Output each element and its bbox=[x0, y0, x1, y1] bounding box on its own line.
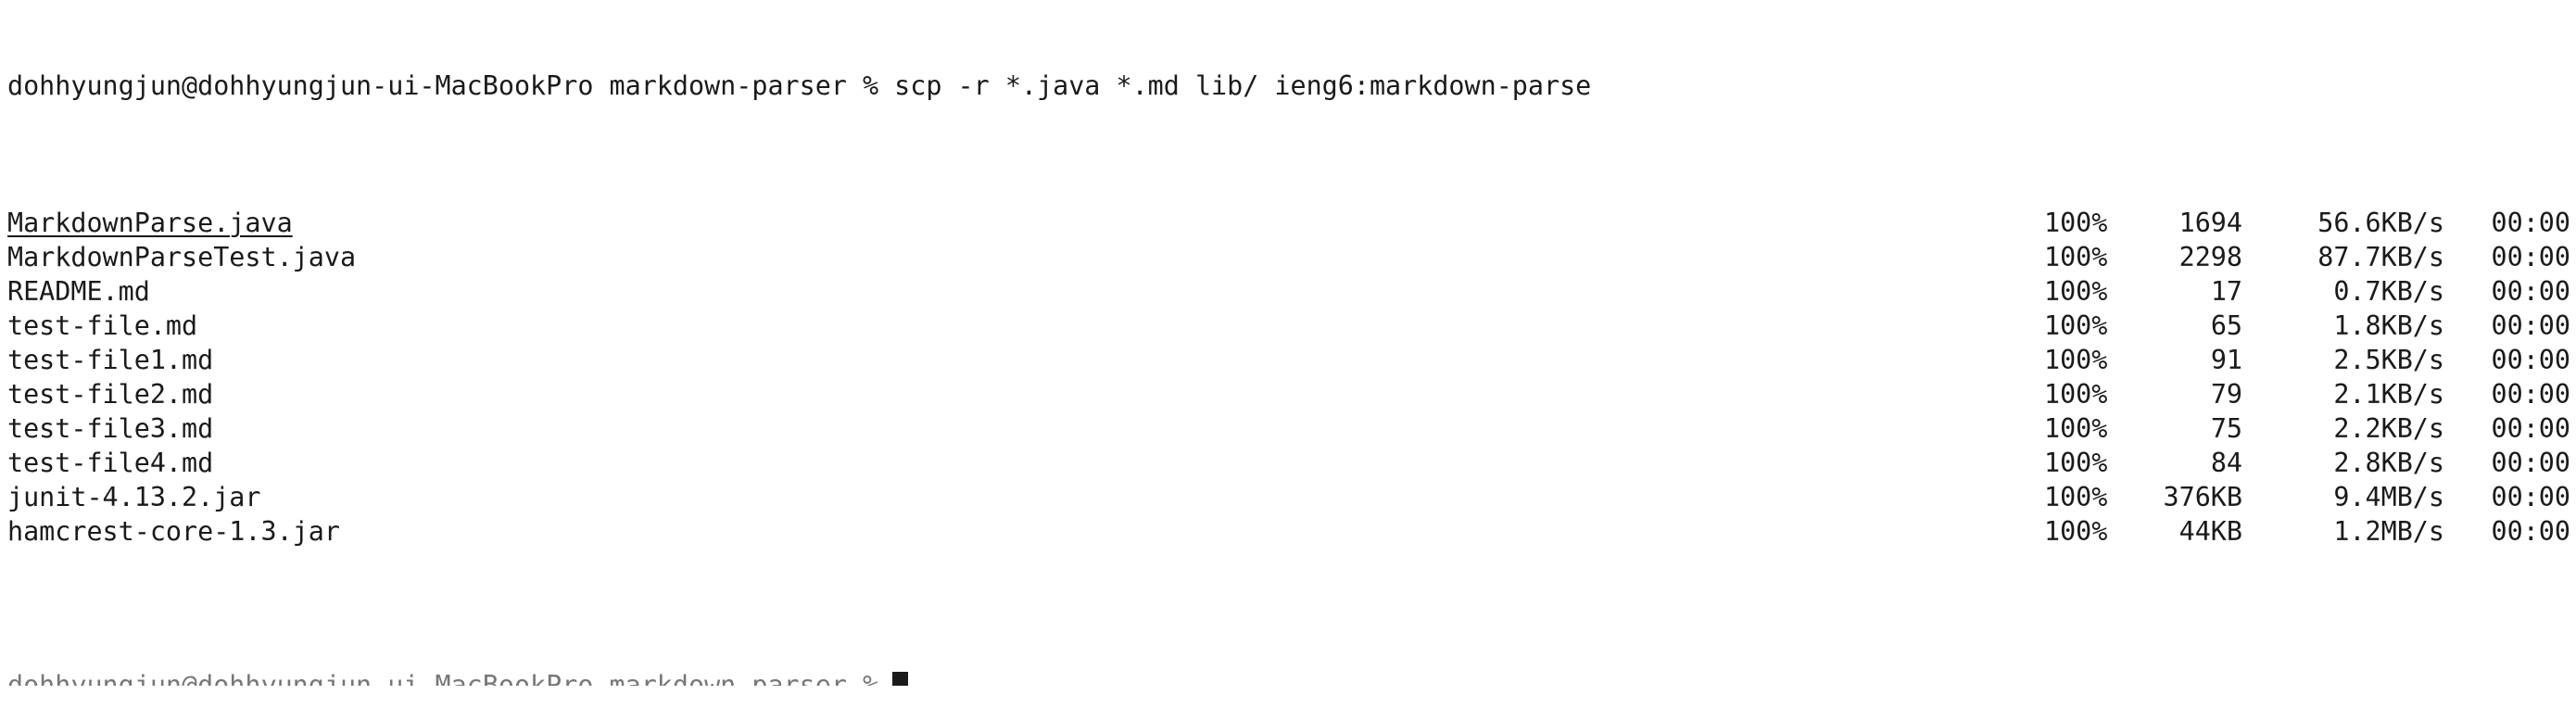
transfer-stats: 100% 91 2.5KB/s 00:00 bbox=[2044, 343, 2570, 377]
transfer-rate: 2.5KB/s bbox=[2333, 345, 2444, 375]
file-name: test-file.md bbox=[7, 310, 198, 341]
transfer-percent: 100% bbox=[2044, 448, 2108, 478]
transfer-time: 00:00 bbox=[2491, 413, 2570, 444]
next-prompt-line[interactable]: dohhyungjun@dohhyungjun-ui-MacBookPro ma… bbox=[7, 651, 2576, 686]
transfer-time: 00:00 bbox=[2491, 276, 2570, 307]
transfer-rate: 0.7KB/s bbox=[2333, 276, 2444, 307]
transfer-row: test-file4.md 100% 84 2.8KB/s 00:00 bbox=[7, 446, 2576, 480]
transfer-percent: 100% bbox=[2044, 516, 2108, 547]
file-name: MarkdownParse.java bbox=[7, 208, 293, 238]
file-name: test-file2.md bbox=[7, 379, 214, 410]
transfer-row: MarkdownParseTest.java 100% 2298 87.7KB/s 00… bbox=[7, 240, 2576, 274]
transfer-size: 1694 bbox=[2178, 208, 2242, 238]
transfer-stats: 100% 84 2.8KB/s 00:00 bbox=[2044, 446, 2570, 480]
transfer-percent: 100% bbox=[2044, 482, 2108, 512]
transfer-rate: 2.2KB/s bbox=[2333, 413, 2444, 444]
transfer-row: hamcrest-core-1.3.jar 100% 44KB 1.2MB/s 00:0… bbox=[7, 514, 2576, 549]
transfer-stats: 100% 79 2.1KB/s 00:00 bbox=[2044, 377, 2570, 411]
transfer-stats: 100% 1694 56.6KB/s 00:00 bbox=[2044, 206, 2570, 240]
file-name: test-file1.md bbox=[7, 345, 214, 375]
transfer-size: 44KB bbox=[2178, 516, 2242, 547]
transfer-percent: 100% bbox=[2044, 413, 2108, 444]
transfer-rate: 87.7KB/s bbox=[2317, 242, 2444, 272]
transfer-stats: 100% 17 0.7KB/s 00:00 bbox=[2044, 274, 2570, 309]
scp-transfer-list: MarkdownParse.java 100% 1694 56.6KB/s 00:00 M… bbox=[7, 206, 2576, 549]
transfer-time: 00:00 bbox=[2491, 345, 2570, 375]
next-prompt: dohhyungjun@dohhyungjun-ui-MacBookPro ma… bbox=[7, 670, 879, 686]
transfer-percent: 100% bbox=[2044, 345, 2108, 375]
transfer-time: 00:00 bbox=[2491, 482, 2570, 512]
transfer-time: 00:00 bbox=[2491, 242, 2570, 272]
transfer-percent: 100% bbox=[2044, 379, 2108, 410]
transfer-size: 2298 bbox=[2178, 242, 2242, 272]
transfer-rate: 2.8KB/s bbox=[2333, 448, 2444, 478]
transfer-row: test-file1.md 100% 91 2.5KB/s 00:00 bbox=[7, 343, 2576, 377]
transfer-rate: 1.8KB/s bbox=[2333, 310, 2444, 341]
transfer-percent: 100% bbox=[2044, 208, 2108, 238]
transfer-rate: 2.1KB/s bbox=[2333, 379, 2444, 410]
transfer-row: README.md 100% 17 0.7KB/s 00:00 bbox=[7, 274, 2576, 309]
transfer-rate: 56.6KB/s bbox=[2317, 208, 2444, 238]
transfer-row: test-file.md 100% 65 1.8KB/s 00:00 bbox=[7, 309, 2576, 343]
transfer-row: test-file3.md 100% 75 2.2KB/s 00:00 bbox=[7, 411, 2576, 446]
transfer-time: 00:00 bbox=[2491, 448, 2570, 478]
command-line: dohhyungjun@dohhyungjun-ui-MacBookPro ma… bbox=[7, 70, 1592, 101]
transfer-percent: 100% bbox=[2044, 242, 2108, 272]
transfer-size: 79 bbox=[2210, 379, 2242, 410]
transfer-rate: 9.4MB/s bbox=[2333, 482, 2444, 512]
file-name: test-file4.md bbox=[7, 448, 214, 478]
transfer-stats: 100% 75 2.2KB/s 00:00 bbox=[2044, 411, 2570, 446]
transfer-row: test-file2.md 100% 79 2.1KB/s 00:00 bbox=[7, 377, 2576, 411]
file-name: test-file3.md bbox=[7, 413, 214, 444]
transfer-time: 00:00 bbox=[2491, 379, 2570, 410]
transfer-row: junit-4.13.2.jar 100% 376KB 9.4MB/s 00:00 bbox=[7, 480, 2576, 514]
transfer-size: 75 bbox=[2210, 413, 2242, 444]
terminal-window[interactable]: dohhyungjun@dohhyungjun-ui-MacBookPro ma… bbox=[0, 0, 2576, 686]
transfer-size: 91 bbox=[2210, 345, 2242, 375]
transfer-stats: 100% 44KB 1.2MB/s 00:00 bbox=[2044, 514, 2570, 549]
transfer-time: 00:00 bbox=[2491, 310, 2570, 341]
transfer-stats: 100% 65 1.8KB/s 00:00 bbox=[2044, 309, 2570, 343]
file-name: MarkdownParseTest.java bbox=[7, 242, 357, 272]
transfer-percent: 100% bbox=[2044, 310, 2108, 341]
transfer-size: 376KB bbox=[2163, 482, 2242, 512]
transfer-stats: 100% 2298 87.7KB/s 00:00 bbox=[2044, 240, 2570, 274]
transfer-percent: 100% bbox=[2044, 276, 2108, 307]
file-name: README.md bbox=[7, 276, 150, 307]
transfer-size: 84 bbox=[2210, 448, 2242, 478]
transfer-row: MarkdownParse.java 100% 1694 56.6KB/s 00:00 bbox=[7, 206, 2576, 240]
file-name: junit-4.13.2.jar bbox=[7, 482, 261, 512]
transfer-size: 65 bbox=[2210, 310, 2242, 341]
transfer-size: 17 bbox=[2210, 276, 2242, 307]
transfer-time: 00:00 bbox=[2491, 516, 2570, 547]
transfer-stats: 100% 376KB 9.4MB/s 00:00 bbox=[2044, 480, 2570, 514]
file-name: hamcrest-core-1.3.jar bbox=[7, 516, 340, 547]
transfer-time: 00:00 bbox=[2491, 208, 2570, 238]
transfer-rate: 1.2MB/s bbox=[2333, 516, 2444, 547]
text-cursor bbox=[892, 672, 908, 686]
